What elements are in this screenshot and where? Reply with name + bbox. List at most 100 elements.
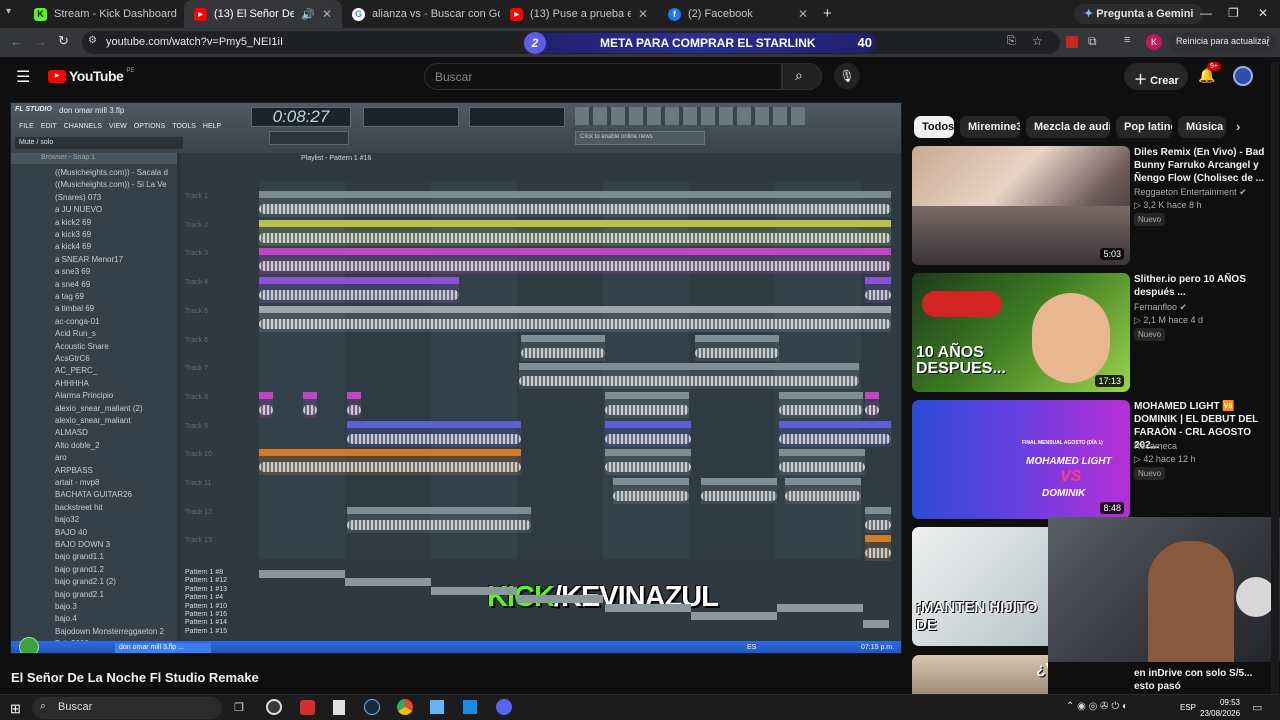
fl-track-label: Track 1 [185,193,209,200]
create-button[interactable]: ＋ Crear [1124,63,1188,90]
tab-search-icon[interactable]: ▾ [6,6,22,22]
app-icon-vscode[interactable] [463,700,477,714]
minimize-button[interactable]: — [1200,6,1212,20]
tab-kick-dashboard[interactable]: K Stream - Kick Dashboard ✕ [24,0,184,28]
chrome-icon[interactable] [397,699,413,715]
filter-chip[interactable]: Pop latino [1116,116,1172,138]
extension-icon[interactable] [1066,36,1078,48]
fl-top-bar: FL STUDIO don omar mill 3.flp FILE EDIT CH… [11,103,901,153]
url-field[interactable]: ⚙ youtube.com/watch?v=Pmy5_NEI1iI 2 META… [82,31,1060,54]
youtube-play-icon: ▶ [48,69,66,83]
speaker-icon[interactable]: 🔊 [301,8,315,21]
tray-icons[interactable]: ⌃ ◉ ◎ ✇ ⏻ ◐ [1066,701,1128,712]
tab-google-search[interactable]: G alianza vs - Buscar con Google ✕ [342,0,500,28]
rec-thumbnail-2[interactable]: 10 AÑOS DESPUES... 17:13 [912,273,1130,392]
fl-pattern-block [431,586,517,595]
youtube-logo[interactable]: ▶ YouTube PE [48,68,134,84]
update-button[interactable]: Reinicia para actualizar [1170,32,1276,52]
thumb-text: ¿VALIÓ [1036,661,1048,678]
webcam-person [1148,541,1234,662]
tray-clock[interactable]: 09:53 23/08/2026 [1200,697,1240,719]
windows-start-icon[interactable]: ⊞ [10,701,21,717]
tab-youtube-microscope[interactable]: ▶ (13) Puse a prueba el microsco ✕ [500,0,658,28]
obs-icon[interactable] [266,699,282,715]
account-avatar[interactable] [1233,66,1253,86]
voice-search-button[interactable]: 🎙 [834,63,860,89]
rec-thumbnail-3[interactable]: FINAL MENSUAL AGOSTO (DÍA 1) MOHAMED LIG… [912,400,1130,519]
install-icon[interactable]: ⎘ [1007,35,1016,48]
page-scrollbar[interactable] [1271,62,1279,694]
rec-thumbnail-1[interactable]: 5:03 [912,146,1130,265]
fl-track-label: Track 13 [185,537,212,545]
rec-title-1[interactable]: Diles Remix (En Vivo) - Bad Bunny Farruk… [1134,146,1274,185]
search-icon: ⌕ [40,700,47,712]
profile-avatar[interactable]: K [1146,34,1162,50]
site-info-icon[interactable]: ⚙ [88,35,97,46]
puzzle-extensions-icon[interactable]: ⧉ [1088,34,1097,49]
close-icon[interactable]: ✕ [798,7,808,21]
discord-icon[interactable] [496,699,512,715]
rec-title-5[interactable]: en inDrive con solo S/5... esto pasó [1134,667,1274,693]
forward-icon[interactable]: → [34,34,47,49]
fl-browser-item: BACHATA GUITAR26 [55,490,132,500]
xp-taskbar: don omar mill 3.flp ... ES 07:15 p.m. [11,637,901,653]
app-icon-blue[interactable] [430,700,444,714]
fl-pattern-block [259,570,345,578]
verified-icon: ✔ [1179,302,1188,312]
fl-menu-item: EDIT [40,123,57,130]
window-close-button[interactable]: ✕ [1258,6,1268,20]
gemini-button[interactable]: ✦ Pregunta a Gemini [1074,4,1204,24]
tray-lang[interactable]: ESP [1180,703,1196,712]
fl-clip-label: stringsss dion neww 2 [262,449,321,456]
calculator-icon[interactable] [333,700,345,715]
microphone-icon: 🎙 [839,69,855,83]
back-icon[interactable]: ← [10,34,23,49]
maximize-button[interactable]: ❐ [1228,6,1239,20]
chrome-menu-icon[interactable]: ⋮ [1262,34,1274,48]
fl-browser-item: bajo grand2.1 [55,589,104,599]
rec-thumbnail-5[interactable]: ¿VALIÓ [912,655,1048,695]
search-button[interactable]: ⌕ [782,63,822,90]
fl-clip-label: leaaddd dion neww 4 [350,420,407,427]
notification-center-icon[interactable]: ▭ [1252,701,1262,714]
rec-meta-1: ▷ 3,2 K hace 8 h [1134,200,1202,210]
fl-track-label: Track 4 [185,279,209,287]
fl-clip-waveform [779,404,863,415]
media-controls-icon[interactable]: ≡ [1124,34,1130,46]
xp-taskbar-item: don omar mill 3.flp ... [115,643,211,653]
bookmark-star-icon[interactable]: ☆ [1032,34,1043,48]
rec-channel-3[interactable]: Recameca [1134,441,1177,451]
reload-icon[interactable]: ↻ [58,33,69,49]
rec-thumbnail-4[interactable]: ¡MANTEN HIJITO DE [912,527,1048,646]
rec-channel-1[interactable]: Reggaeton Entertainment ✔ [1134,187,1247,198]
video-title: El Señor De La Noche Fl Studio Remake [11,670,259,685]
rec-title-2[interactable]: Slither.io pero 10 AÑOS después ... [1134,273,1274,299]
steam-icon[interactable] [364,699,380,715]
menu-icon[interactable]: ☰ [16,67,30,87]
task-view-icon[interactable]: ❐ [234,701,244,714]
fl-playlist-clip: stringsss dion neww 1 a [695,334,779,361]
filter-chip[interactable]: Todos [914,116,954,138]
notifications-button[interactable]: 🔔 9+ [1198,62,1221,84]
taskbar-search[interactable]: ⌕ Buscar [32,697,222,719]
duration-badge: 8:48 [1100,502,1124,514]
chips-next-icon[interactable]: › [1236,119,1240,134]
tab-facebook[interactable]: f (2) Facebook ✕ [658,0,818,28]
tab-youtube-video[interactable]: ▶ (13) El Señor De La Noche F 🔊 ✕ [184,0,342,28]
fl-playlist-clip: leaaddd dion neww 2 [303,391,317,418]
fl-clip-waveform [785,491,861,501]
search-input[interactable]: Buscar [424,63,782,90]
new-tab-button[interactable]: + [823,5,832,22]
video-player-fl-studio[interactable]: FL STUDIO don omar mill 3.flp FILE EDIT CH… [10,102,902,654]
filter-chip[interactable]: Miremine3 [960,116,1020,138]
app-icon-red[interactable] [300,700,315,715]
filter-chip[interactable]: Música e [1178,116,1226,138]
filter-chip[interactable]: Mezcla de audio [1026,116,1110,138]
fl-browser-item: artait - mvp8 [55,478,100,487]
duration-badge: 5:03 [1100,248,1124,260]
close-icon[interactable]: ✕ [638,7,648,21]
gemini-icon: ✦ [1084,8,1097,20]
close-icon[interactable]: ✕ [322,7,332,21]
fl-clip-waveform [347,519,531,530]
rec-channel-2[interactable]: Fernanfloo ✔ [1134,302,1187,313]
